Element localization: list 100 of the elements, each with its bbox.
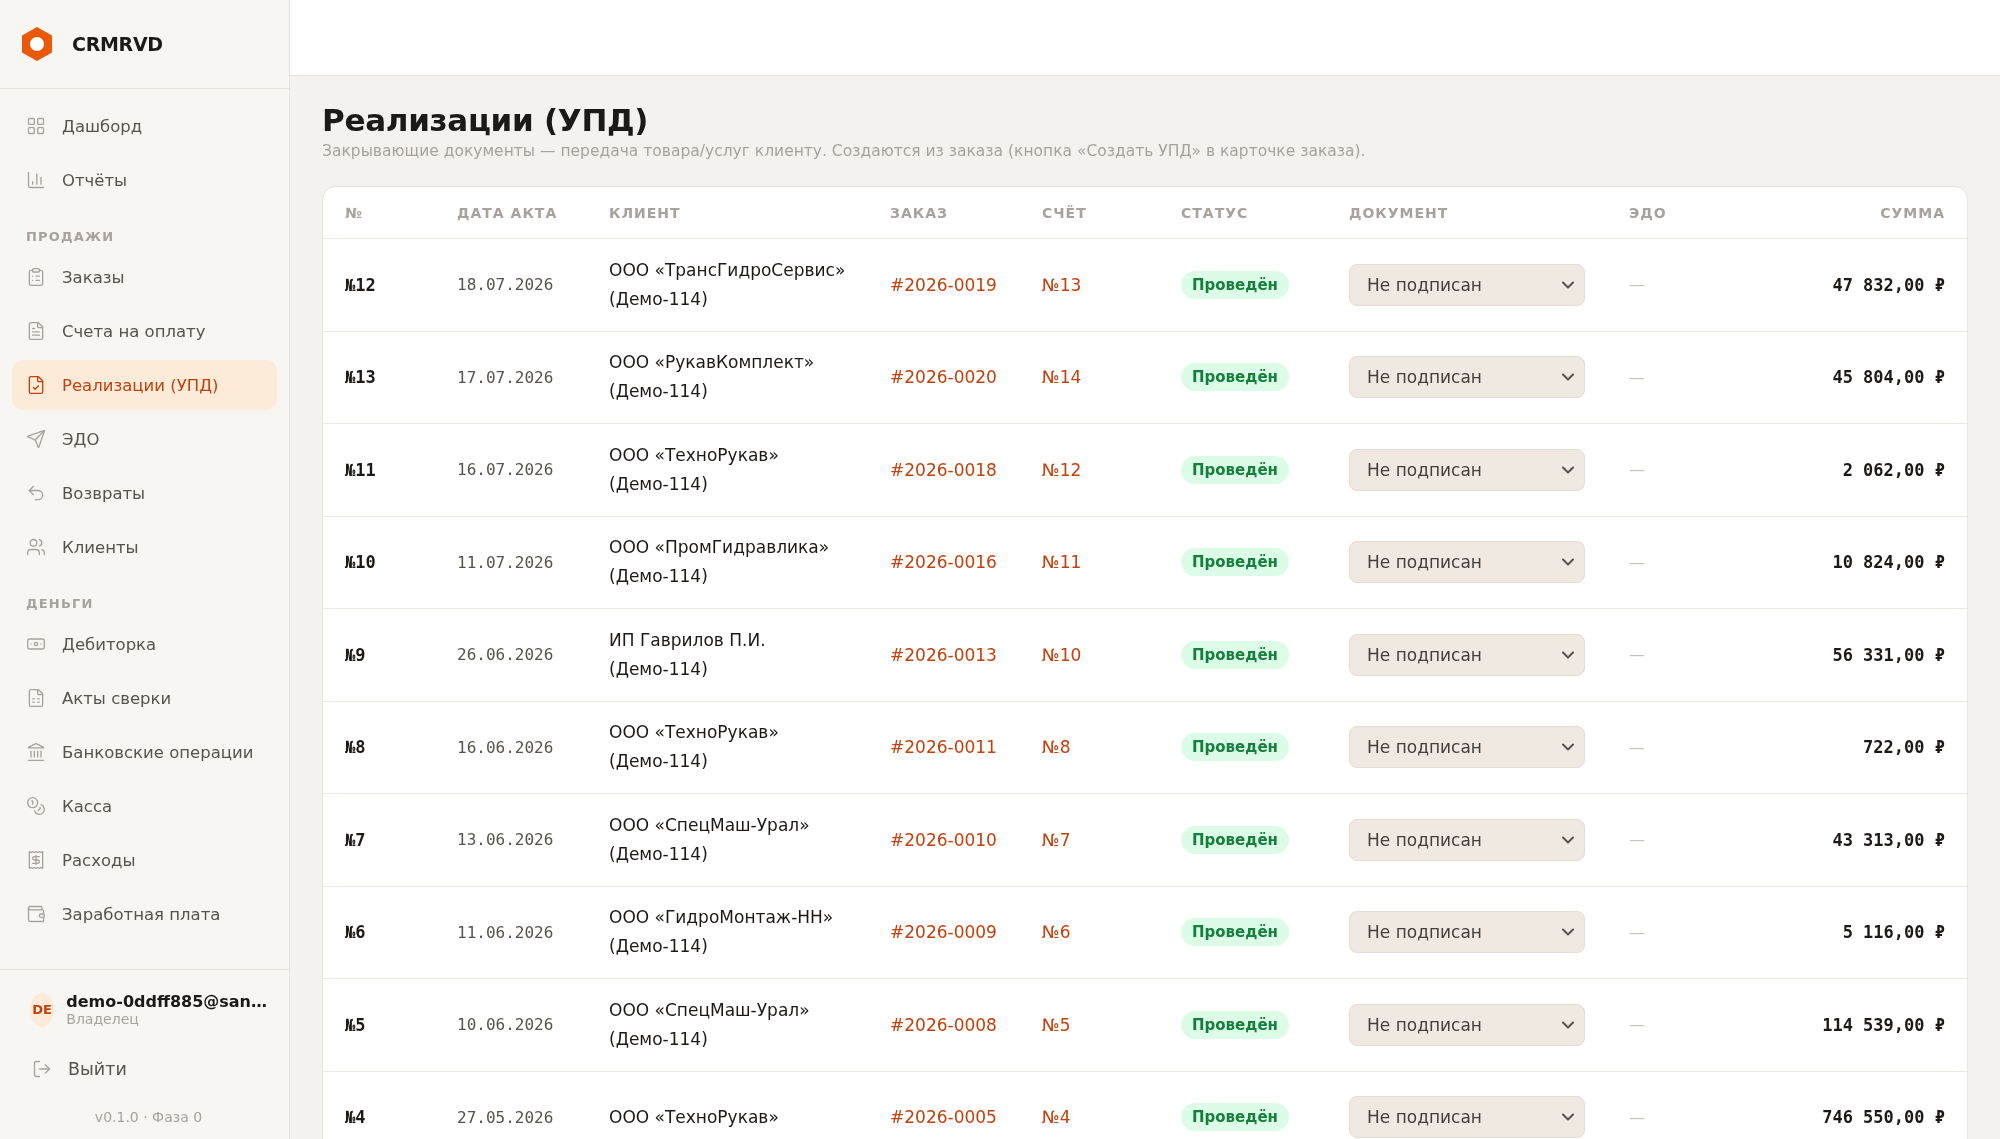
document-select[interactable]: Не подписан xyxy=(1349,818,1585,861)
act-date: 27.05.2026 xyxy=(457,1107,555,1127)
status-badge: Проведён xyxy=(1181,733,1289,762)
document-select[interactable]: Не подписан xyxy=(1349,726,1585,769)
client-name: ООО «ТехноРукав» xyxy=(609,1105,780,1129)
column-header: СУММА xyxy=(1880,204,1945,221)
document-select[interactable]: Не подписан xyxy=(1349,541,1585,584)
column-header: СЧЁТ xyxy=(1042,204,1088,221)
document-select[interactable]: Не подписан xyxy=(1349,911,1585,954)
document-icon xyxy=(26,321,46,341)
nav-item[interactable]: Расходы xyxy=(12,835,277,885)
nav-item[interactable]: Заказы xyxy=(12,252,277,302)
column-header: ДАТА АКТА xyxy=(457,204,559,221)
document-number: №12 xyxy=(345,274,377,295)
order-link[interactable]: #2026-0019 xyxy=(890,274,997,295)
order-link[interactable]: #2026-0016 xyxy=(890,552,997,573)
chevron-icon xyxy=(1562,835,1574,844)
status-badge: Проведён xyxy=(1181,918,1289,947)
sum-value: 5 116,00 ₽ xyxy=(1842,922,1945,943)
user-email: demo-0ddff885@san… xyxy=(66,992,267,1011)
document-select[interactable]: Не подписан xyxy=(1349,263,1585,306)
user-role: Владелец xyxy=(66,1011,140,1027)
spreadsheet-icon xyxy=(26,688,46,708)
nav-item[interactable]: Дашборд xyxy=(12,101,277,151)
logout-icon xyxy=(32,1059,52,1079)
document-number: №10 xyxy=(345,552,377,573)
chevron-icon xyxy=(1562,558,1574,567)
act-date: 16.07.2026 xyxy=(457,460,555,480)
nav-item[interactable]: Касса xyxy=(12,781,277,831)
client-name: ООО «РукавКомплект» (Демо-114) xyxy=(609,351,816,404)
invoice-link[interactable]: №11 xyxy=(1042,552,1082,573)
document-select[interactable]: Не подписан xyxy=(1349,1096,1585,1139)
chevron-icon xyxy=(1562,928,1574,937)
wallet-icon xyxy=(26,904,46,924)
chevron-icon xyxy=(1562,1113,1574,1122)
order-link[interactable]: #2026-0008 xyxy=(890,1014,997,1035)
sum-value: 746 550,00 ₽ xyxy=(1822,1107,1945,1128)
chevron-icon xyxy=(1562,1020,1574,1029)
document-number: №9 xyxy=(345,644,367,665)
order-link[interactable]: #2026-0020 xyxy=(890,367,997,388)
nav-item[interactable]: Реализации (УПД) xyxy=(12,360,277,410)
invoice-link[interactable]: №5 xyxy=(1042,1014,1071,1035)
client-name: ИП Гаврилов П.И. (Демо-114) xyxy=(609,628,767,681)
nav-item[interactable]: Заработная плата xyxy=(12,889,277,939)
logout-link[interactable]: Выйти xyxy=(30,1053,267,1085)
sum-value: 56 331,00 ₽ xyxy=(1832,644,1945,665)
nav-item[interactable]: Возвраты xyxy=(12,468,277,518)
undo-arrow-icon xyxy=(26,483,46,503)
status-badge: Проведён xyxy=(1181,270,1289,299)
page-subtitle: Закрывающие документы — передача товара/услуг клиенту. Создаются из заказа (кнопка «Создать УПД» в карточке заказа). xyxy=(322,142,1367,160)
invoice-link[interactable]: №8 xyxy=(1042,737,1071,758)
nav-item[interactable]: Акты сверки xyxy=(12,673,277,723)
order-link[interactable]: #2026-0010 xyxy=(890,829,997,850)
invoice-link[interactable]: №4 xyxy=(1042,1107,1071,1128)
order-link[interactable]: #2026-0018 xyxy=(890,459,997,480)
invoice-link[interactable]: №14 xyxy=(1042,367,1082,388)
order-link[interactable]: #2026-0005 xyxy=(890,1107,997,1128)
act-date: 11.06.2026 xyxy=(457,922,555,942)
nav-item[interactable]: Клиенты xyxy=(12,522,277,572)
invoice-link[interactable]: №12 xyxy=(1042,459,1082,480)
sum-value: 722,00 ₽ xyxy=(1863,737,1945,758)
column-header: № xyxy=(345,204,364,221)
order-link[interactable]: #2026-0013 xyxy=(890,644,997,665)
edo-value: — xyxy=(1629,1015,1646,1035)
nav-item[interactable]: ЭДО xyxy=(12,414,277,464)
invoice-link[interactable]: №6 xyxy=(1042,922,1071,943)
nav-item[interactable]: Отчёты xyxy=(12,155,277,205)
nav-item[interactable]: Счета на оплату xyxy=(12,306,277,356)
order-link[interactable]: #2026-0011 xyxy=(890,737,997,758)
sum-value: 43 313,00 ₽ xyxy=(1832,829,1945,850)
client-name: ООО «ТехноРукав» (Демо-114) xyxy=(609,443,780,496)
status-badge: Проведён xyxy=(1181,640,1289,669)
invoice-link[interactable]: №10 xyxy=(1042,644,1082,665)
document-select[interactable]: Не подписан xyxy=(1349,356,1585,399)
coins-icon xyxy=(26,796,46,816)
act-date: 11.07.2026 xyxy=(457,552,555,572)
document-number: №13 xyxy=(345,367,377,388)
chevron-icon xyxy=(1562,280,1574,289)
edo-value: — xyxy=(1629,645,1646,665)
sum-value: 114 539,00 ₽ xyxy=(1822,1014,1945,1035)
status-badge: Проведён xyxy=(1181,1010,1289,1039)
act-date: 16.06.2026 xyxy=(457,737,555,757)
column-header: ЗАКАЗ xyxy=(890,204,949,221)
order-link[interactable]: #2026-0009 xyxy=(890,922,997,943)
edo-value: — xyxy=(1629,460,1646,480)
document-select[interactable]: Не подписан xyxy=(1349,448,1585,491)
document-number: №7 xyxy=(345,829,367,850)
document-check-icon xyxy=(26,375,46,395)
edo-value: — xyxy=(1629,552,1646,572)
document-select[interactable]: Не подписан xyxy=(1349,1003,1585,1046)
nav-item[interactable]: Банковские операции xyxy=(12,727,277,777)
invoice-link[interactable]: №13 xyxy=(1042,274,1082,295)
status-badge: Проведён xyxy=(1181,825,1289,854)
nav-item[interactable]: Дебиторка xyxy=(12,619,277,669)
client-name: ООО «ГидроМонтаж-НН» (Демо-114) xyxy=(609,906,835,959)
edo-value: — xyxy=(1629,737,1646,757)
document-select[interactable]: Не подписан xyxy=(1349,633,1585,676)
sum-value: 45 804,00 ₽ xyxy=(1832,367,1945,388)
invoice-link[interactable]: №7 xyxy=(1042,829,1071,850)
edo-value: — xyxy=(1629,275,1646,295)
